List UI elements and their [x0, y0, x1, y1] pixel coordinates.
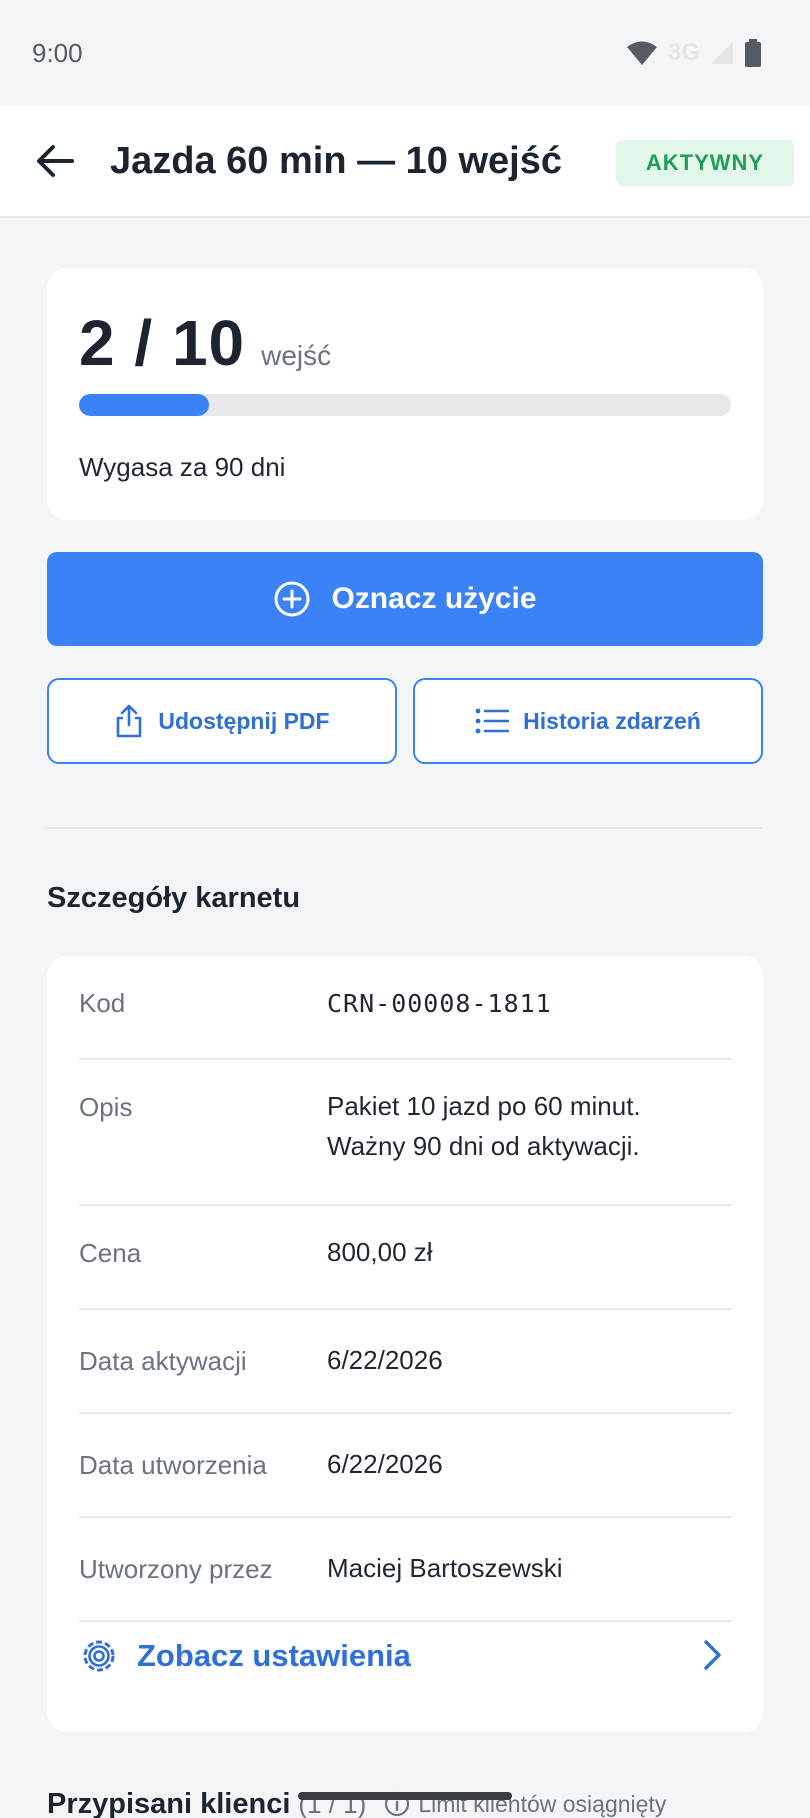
detail-label: Data utworzenia [79, 1450, 267, 1480]
mark-usage-label: Oznacz użycie [331, 582, 537, 615]
detail-value-code: CRN-00008-1811 [327, 989, 552, 1018]
view-settings-label: Zobacz ustawienia [137, 1638, 411, 1673]
detail-row-created-by: Utworzony przez Maciej Bartoszewski [79, 1518, 731, 1622]
detail-row-price: Cena 800,00 zł [79, 1206, 731, 1310]
divider [47, 827, 763, 829]
share-icon [117, 704, 142, 738]
usage-count-unit: wejść [261, 340, 332, 371]
wifi-icon [626, 41, 657, 65]
detail-label: Cena [79, 1238, 142, 1268]
status-bar: 9:00 3G [0, 0, 810, 106]
detail-value-created-by: Maciej Bartoszewski [327, 1553, 563, 1583]
usage-count-value: 2 / 10 [79, 307, 246, 379]
detail-label: Utworzony przez [79, 1554, 273, 1584]
list-icon [475, 708, 510, 734]
usage-progress-bar [79, 394, 731, 416]
detail-value-creation-date: 6/22/2026 [327, 1449, 443, 1479]
usage-card: 2 / 10 wejść Wygasa za 90 dni [47, 268, 763, 520]
assigned-clients-header: Przypisani klienci (1 / 1) Limit klientó… [47, 1784, 787, 1818]
detail-label: Kod [79, 988, 126, 1018]
detail-row-description: Opis Pakiet 10 jazd po 60 minut. Ważny 9… [79, 1060, 731, 1206]
gear-icon [83, 1640, 115, 1672]
event-history-button[interactable]: Historia zdarzeń [413, 678, 763, 764]
detail-row-activation-date: Data aktywacji 6/22/2026 [79, 1310, 731, 1414]
network-type: 3G [667, 39, 700, 66]
share-pdf-label: Udostępnij PDF [158, 707, 330, 734]
expiry-text: Wygasa za 90 dni [79, 452, 286, 482]
back-button[interactable] [28, 134, 82, 188]
detail-label: Data aktywacji [79, 1346, 247, 1376]
plus-circle-icon [274, 581, 310, 617]
page-title: Jazda 60 min — 10 wejść [110, 139, 563, 182]
home-indicator[interactable] [298, 1792, 512, 1800]
details-card: Kod CRN-00008-1811 Opis Pakiet 10 jazd p… [47, 956, 763, 1732]
status-badge: AKTYWNY [616, 140, 794, 186]
detail-value-activation-date: 6/22/2026 [327, 1345, 443, 1375]
detail-row-code: Kod CRN-00008-1811 [79, 956, 731, 1060]
detail-value-description-line2: Ważny 90 dni od aktywacji. [327, 1131, 640, 1161]
app-bar: Jazda 60 min — 10 wejść AKTYWNY [0, 106, 810, 218]
usage-count: 2 / 10 wejść [79, 306, 331, 380]
details-section-title: Szczegóły karnetu [47, 882, 301, 914]
usage-progress-fill [79, 394, 210, 416]
detail-value-description-line1: Pakiet 10 jazd po 60 minut. [327, 1091, 641, 1121]
arrow-left-icon [37, 145, 74, 177]
share-pdf-button[interactable]: Udostępnij PDF [47, 678, 397, 764]
detail-value-price: 800,00 zł [327, 1237, 433, 1267]
detail-row-creation-date: Data utworzenia 6/22/2026 [79, 1414, 731, 1518]
mark-usage-button[interactable]: Oznacz użycie [47, 552, 763, 646]
status-icons: 3G [626, 39, 762, 67]
status-time: 9:00 [32, 37, 83, 68]
view-settings-link[interactable]: Zobacz ustawienia [79, 1616, 731, 1696]
battery-icon [745, 39, 761, 67]
signal-icon [711, 42, 733, 64]
assigned-clients-title: Przypisani klienci [47, 1787, 291, 1818]
detail-label: Opis [79, 1092, 133, 1122]
event-history-label: Historia zdarzeń [523, 707, 701, 734]
chevron-right-icon [704, 1640, 721, 1670]
